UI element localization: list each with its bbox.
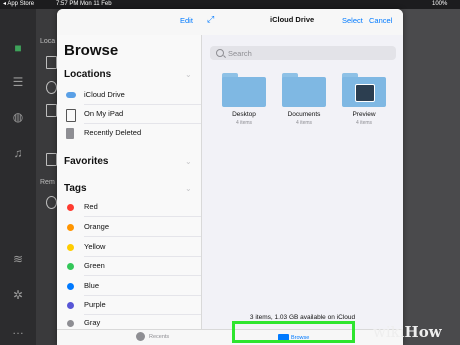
clock-icon <box>46 81 57 94</box>
folder-name: Documents <box>287 111 321 118</box>
tags-heading: Tags <box>64 183 87 194</box>
search-icon <box>216 49 224 57</box>
tag-label: Green <box>84 261 105 270</box>
panel-label-remote: Rem <box>40 179 55 186</box>
tag-red[interactable]: Red <box>57 198 201 217</box>
wifi-icon[interactable]: ≋ <box>11 252 25 266</box>
preview-app-icon <box>355 84 375 102</box>
folder-name: Preview <box>352 111 376 118</box>
folder-body <box>222 77 266 107</box>
divider <box>84 216 201 217</box>
favorites-heading: Favorites <box>64 156 109 167</box>
watermark-wiki: wiki <box>373 323 405 341</box>
tag-color-dot <box>67 244 74 251</box>
file-area: Search Desktop 4 items Documents 4 items… <box>202 35 403 329</box>
globe-icon[interactable]: ◍ <box>11 110 25 124</box>
location-label: iCloud Drive <box>84 90 125 99</box>
tag-label: Orange <box>84 222 110 231</box>
search-placeholder: Search <box>228 49 252 58</box>
location-on-my-ipad[interactable]: On My iPad <box>57 105 201 124</box>
music-icon[interactable]: ♫ <box>11 146 25 160</box>
location-recently-deleted[interactable]: Recently Deleted <box>57 124 201 143</box>
folder-name: Desktop <box>232 111 256 118</box>
folder-count: 4 items <box>355 120 373 126</box>
watermark-how: How <box>404 323 442 341</box>
tag-purple[interactable]: Purple <box>57 296 201 315</box>
folder-count: 4 items <box>235 120 253 126</box>
browse-sidebar: Browse Locations ⌄ iCloud Drive On My iP… <box>57 35 202 329</box>
tag-color-dot <box>67 263 74 270</box>
ipad-icon <box>66 109 76 122</box>
divider <box>84 275 201 276</box>
ipad-icon <box>46 104 57 117</box>
status-date: Mon 11 Feb <box>80 1 112 7</box>
folder-body <box>342 77 386 107</box>
tag-color-dot <box>67 224 74 231</box>
clock-icon <box>136 332 145 341</box>
more-icon[interactable]: … <box>11 323 25 337</box>
tag-blue[interactable]: Blue <box>57 277 201 296</box>
gear-icon[interactable]: ✲ <box>11 288 25 302</box>
panel-label-locations: Loca <box>40 38 56 45</box>
folder-documents[interactable]: Documents 4 items <box>282 73 326 133</box>
trash-icon <box>66 128 74 139</box>
tag-orange[interactable]: Orange <box>57 218 201 237</box>
battery-level: 100% <box>432 1 448 7</box>
tag-label: Blue <box>84 281 100 290</box>
edit-button[interactable]: Edit <box>180 16 193 25</box>
tag-color-dot <box>67 283 74 290</box>
browse-highlight <box>232 321 355 343</box>
folder-icon[interactable]: ■ <box>11 41 25 55</box>
chevron-down-icon[interactable]: ⌄ <box>185 158 193 166</box>
chevron-down-icon[interactable]: ⌄ <box>185 185 193 193</box>
app-sidebar: ■ ☰ ◍ ♫ ≋ ✲ … <box>0 9 36 345</box>
folder-count: 4 items <box>295 120 313 126</box>
folder-desktop[interactable]: Desktop 4 items <box>222 73 266 133</box>
search-input[interactable]: Search <box>210 46 396 60</box>
locations-heading: Locations <box>64 69 112 80</box>
status-time: 7:57 PM <box>56 1 79 7</box>
tag-green[interactable]: Green <box>57 257 201 276</box>
location-label: Recently Deleted <box>84 128 142 137</box>
location-label: On My iPad <box>84 109 124 118</box>
tag-label: Gray <box>84 318 101 327</box>
tag-color-dot <box>67 204 74 211</box>
tab-recents-label: Recents <box>149 334 170 340</box>
page-title: iCloud Drive <box>270 15 315 24</box>
browse-heading: Browse <box>64 42 119 59</box>
cancel-button[interactable]: Cancel <box>369 16 392 25</box>
tag-color-dot <box>67 302 74 309</box>
tag-label: Red <box>84 202 98 211</box>
folder-preview[interactable]: Preview 4 items <box>342 73 386 133</box>
file-browser-modal: Edit ⤢ iCloud Drive Select Cancel Browse… <box>57 9 403 345</box>
folder-body <box>282 77 326 107</box>
share-icon <box>46 196 57 209</box>
storage-info: 3 items, 1.03 GB available on iCloud <box>249 314 356 321</box>
chevron-down-icon[interactable]: ⌄ <box>185 71 193 79</box>
tag-label: Purple <box>84 300 106 309</box>
expand-icon[interactable]: ⤢ <box>207 14 214 25</box>
tag-label: Yellow <box>84 242 106 251</box>
grid-icon <box>46 153 57 166</box>
file-icon <box>46 56 57 69</box>
select-button[interactable]: Select <box>342 16 363 25</box>
cloud-icon <box>66 92 76 98</box>
list-icon[interactable]: ☰ <box>11 75 25 89</box>
divider <box>84 236 201 237</box>
tag-yellow[interactable]: Yellow <box>57 238 201 257</box>
back-to-app-store[interactable]: ◂ App Store <box>3 0 34 9</box>
tab-recents[interactable]: Recents <box>136 332 170 341</box>
modal-navbar: Edit ⤢ iCloud Drive Select Cancel <box>57 9 403 36</box>
status-bar: ◂ App Store 7:57 PM Mon 11 Feb 100% <box>0 0 460 9</box>
wikihow-watermark: wikiHow <box>373 323 442 341</box>
tag-color-dot <box>67 320 74 327</box>
location-icloud-drive[interactable]: iCloud Drive <box>57 86 201 105</box>
